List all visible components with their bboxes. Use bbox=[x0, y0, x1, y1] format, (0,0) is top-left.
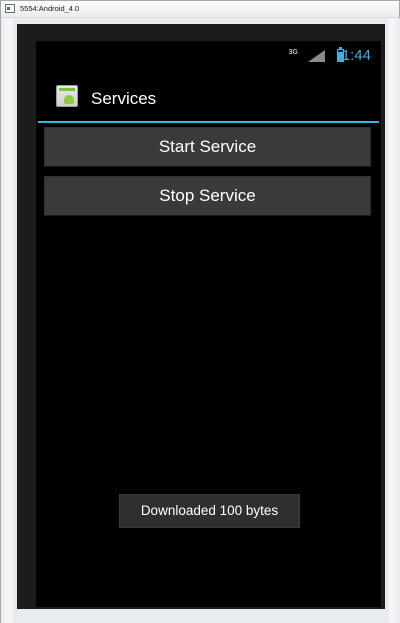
device-screen: 3G 1:44 Services Start Service Stop Serv… bbox=[36, 41, 381, 607]
toast-message: Downloaded 100 bytes bbox=[119, 494, 300, 528]
action-bar bbox=[36, 79, 381, 119]
emulator-window-icon bbox=[5, 4, 15, 13]
emulator-window: 5554:Android_4.0 3G 1:44 Services Start … bbox=[0, 0, 400, 623]
window-title: 5554:Android_4.0 bbox=[20, 4, 80, 13]
android-app-icon[interactable] bbox=[56, 85, 78, 107]
window-frame-bottom bbox=[17, 608, 385, 623]
window-frame-left bbox=[1, 18, 17, 623]
action-bar-divider bbox=[38, 121, 379, 123]
start-service-button[interactable]: Start Service bbox=[44, 127, 371, 167]
stop-service-button[interactable]: Stop Service bbox=[44, 176, 371, 216]
window-frame-right bbox=[385, 18, 400, 623]
signal-icon bbox=[308, 50, 325, 62]
status-bar: 3G 1:44 bbox=[36, 41, 381, 79]
network-type-label: 3G bbox=[288, 49, 298, 56]
window-titlebar[interactable]: 5554:Android_4.0 bbox=[1, 1, 399, 18]
status-clock: 1:44 bbox=[341, 47, 371, 64]
page-title: Services bbox=[91, 89, 157, 108]
